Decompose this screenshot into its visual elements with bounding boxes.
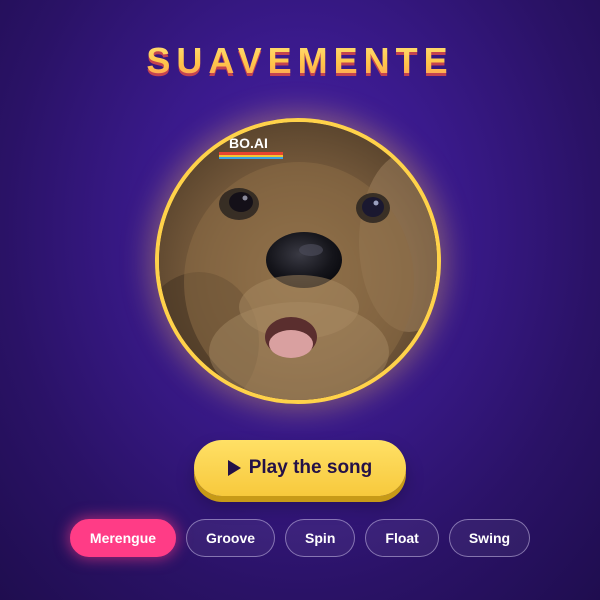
song-title: SUAVEMENTE (0, 40, 600, 82)
chip-groove[interactable]: Groove (186, 519, 276, 557)
play-song-label: Play the song (248, 457, 373, 478)
chip-float[interactable]: Float (365, 519, 439, 557)
chip-spin[interactable]: Spin (285, 519, 356, 557)
play-icon (227, 460, 241, 476)
quokka-photo-icon: BO.AI (159, 122, 437, 400)
play-song-button[interactable]: Play the song (194, 440, 406, 496)
chip-swing[interactable]: Swing (448, 519, 531, 557)
app-stage: SUAVEMENTE BO.AI Play the song Merengue … (0, 0, 600, 600)
watermark-text: BO.AI (229, 135, 268, 151)
chip-merengue[interactable]: Merengue (69, 519, 177, 557)
dance-style-chips: Merengue Groove Spin Float Swing (0, 519, 600, 557)
quokka-portrait: BO.AI (155, 118, 441, 404)
